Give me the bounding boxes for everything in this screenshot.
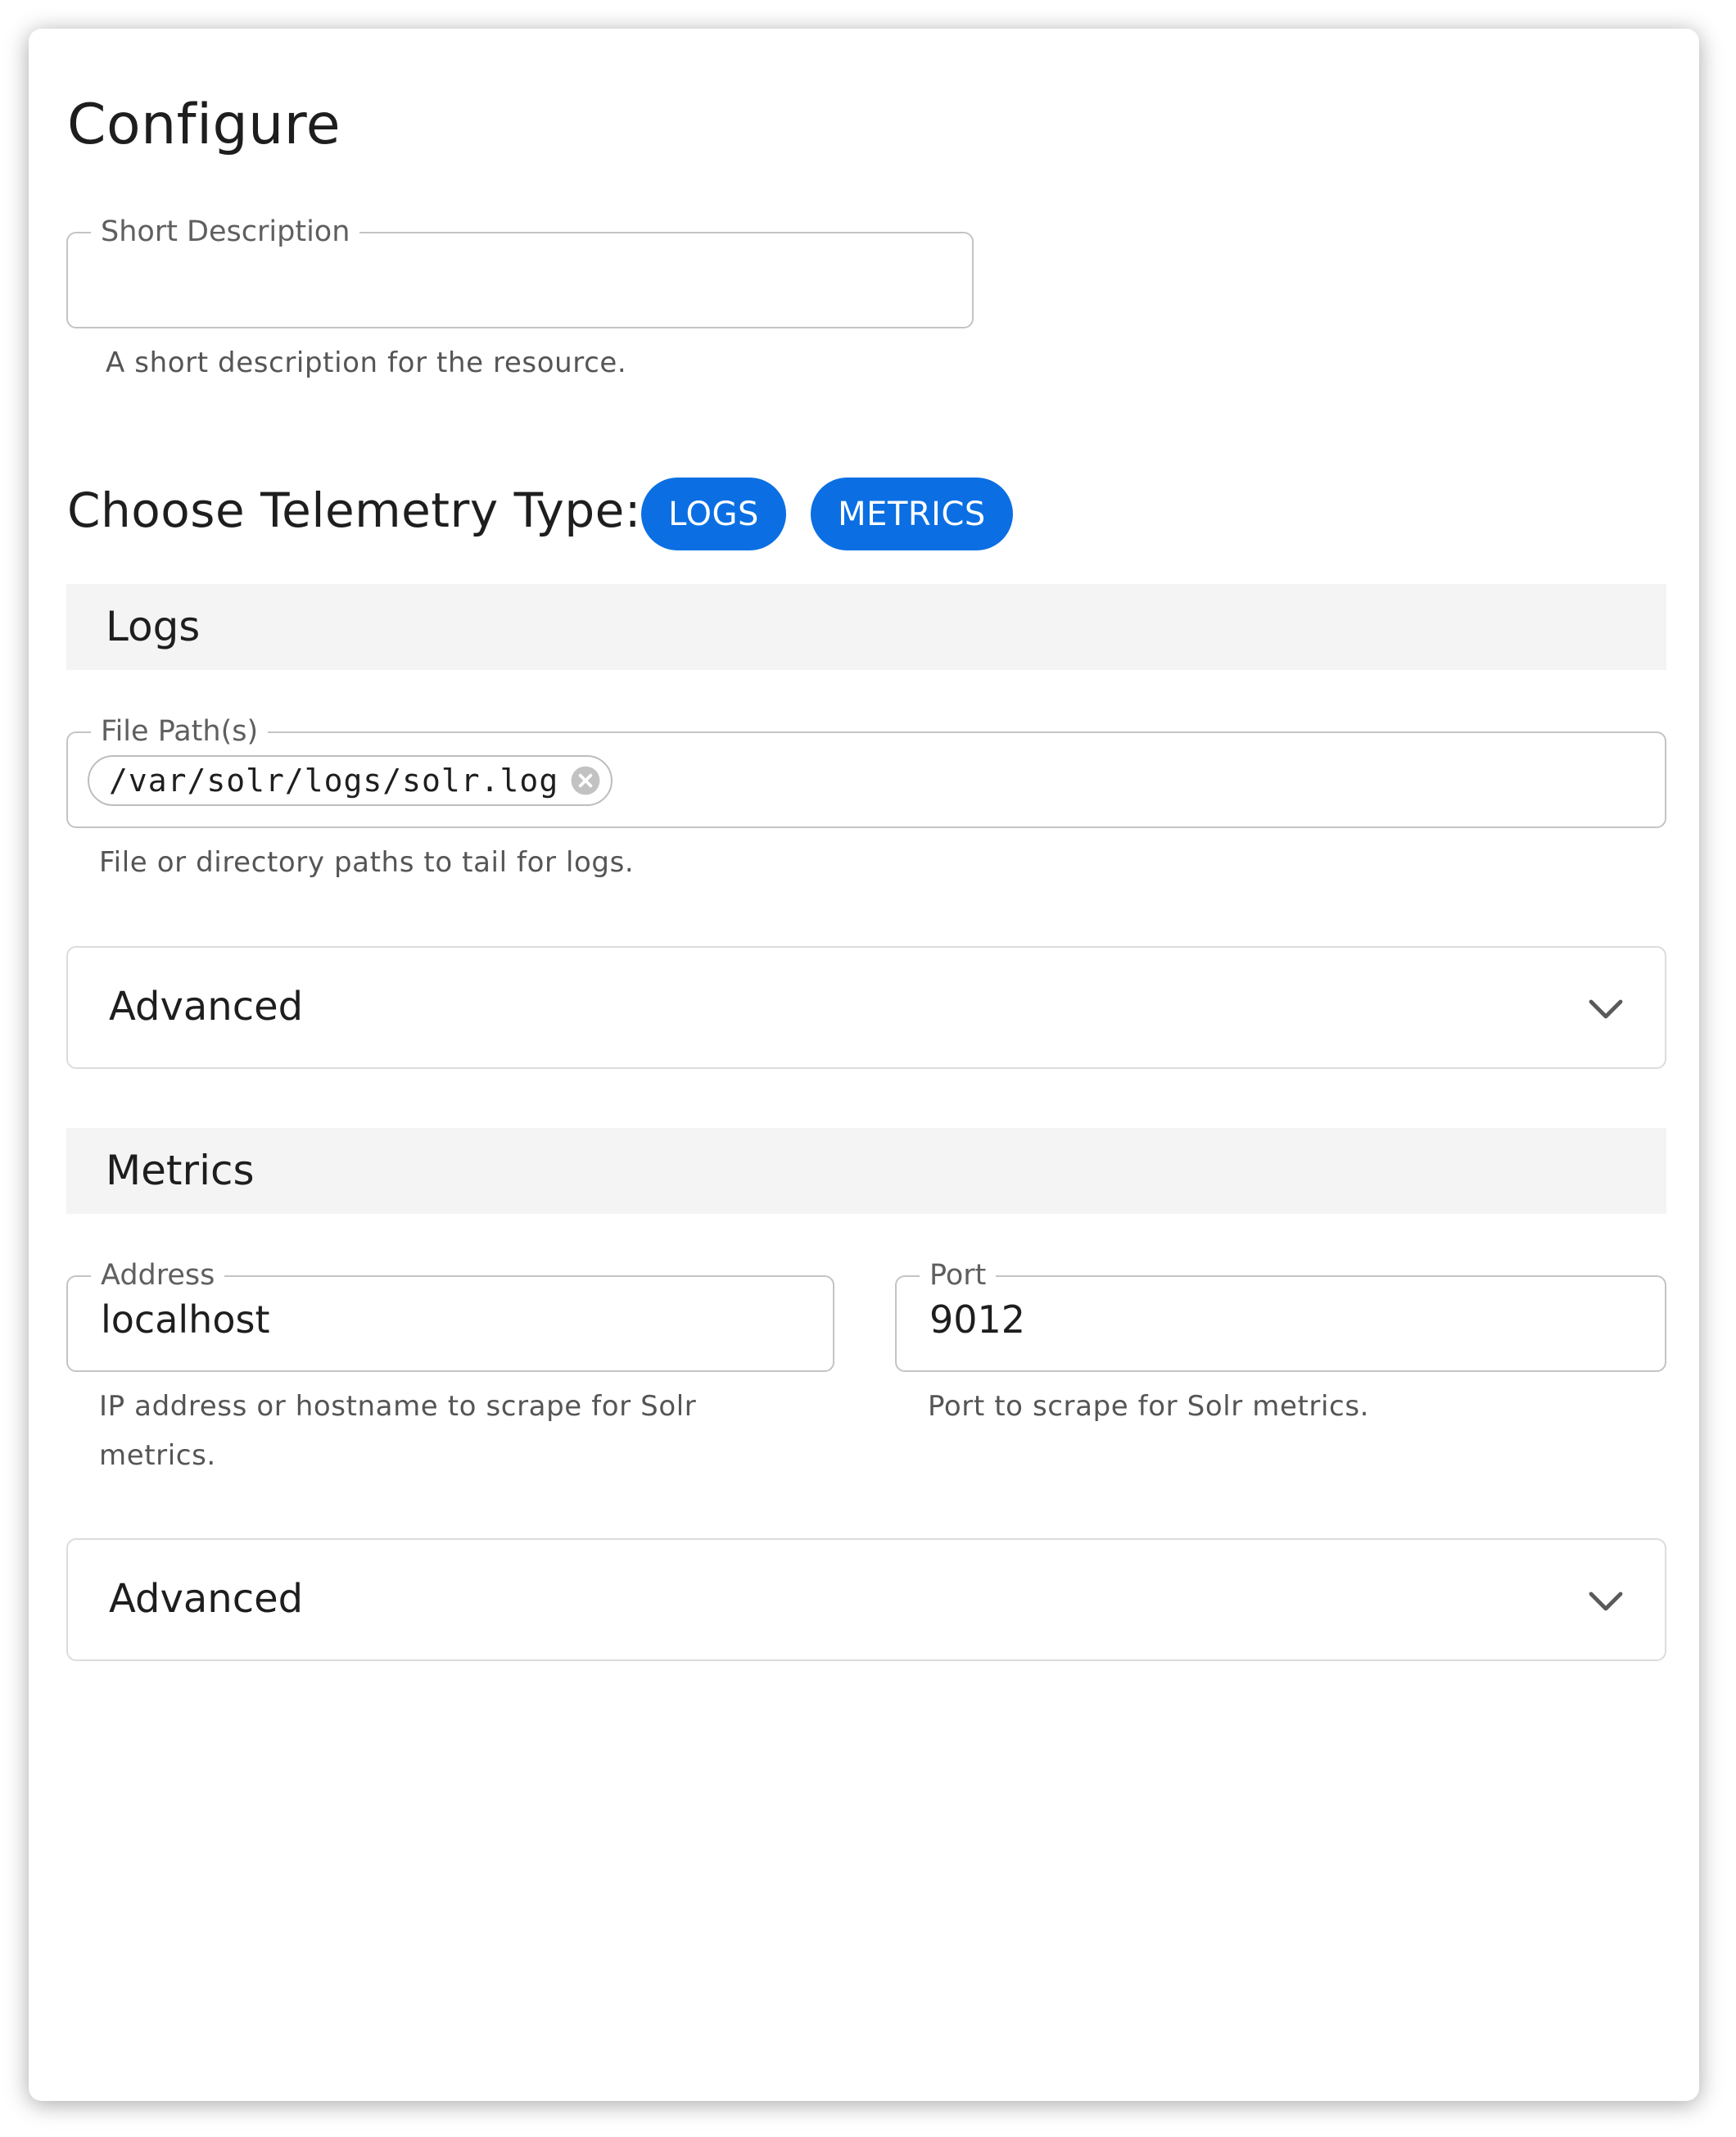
port-label: Port xyxy=(920,1259,997,1292)
address-label: Address xyxy=(91,1259,225,1292)
telemetry-type-label: Choose Telemetry Type: xyxy=(67,482,641,538)
metrics-advanced-label: Advanced xyxy=(109,1576,304,1622)
port-input[interactable]: 9012 xyxy=(929,1295,1025,1344)
logs-advanced-label: Advanced xyxy=(109,984,304,1030)
chevron-down-icon xyxy=(1589,999,1623,1019)
metrics-section-header: Metrics xyxy=(66,1128,1666,1214)
logs-section-header: Logs xyxy=(66,584,1666,670)
metrics-advanced-accordion[interactable]: Advanced xyxy=(66,1538,1666,1661)
address-helper: IP address or hostname to scrape for Sol… xyxy=(99,1382,696,1480)
configure-card: Configure Short Description A short desc… xyxy=(29,29,1699,2101)
metrics-type-button[interactable]: METRICS xyxy=(811,478,1013,550)
address-input[interactable]: localhost xyxy=(101,1295,269,1344)
file-path-chip-label: /var/solr/logs/solr.log xyxy=(109,763,559,799)
short-description-helper: A short description for the resource. xyxy=(106,346,627,379)
page-title: Configure xyxy=(67,93,341,157)
file-path-chip: /var/solr/logs/solr.log xyxy=(88,755,613,806)
address-field[interactable]: Address localhost xyxy=(66,1259,834,1372)
logs-advanced-accordion[interactable]: Advanced xyxy=(66,946,1666,1069)
file-paths-field[interactable]: File Path(s) /var/solr/logs/solr.log xyxy=(66,715,1666,828)
short-description-field[interactable]: Short Description xyxy=(66,215,974,328)
chip-delete-icon[interactable] xyxy=(570,765,601,796)
file-paths-label: File Path(s) xyxy=(91,715,269,748)
chevron-down-icon xyxy=(1589,1591,1623,1611)
port-helper: Port to scrape for Solr metrics. xyxy=(928,1390,1370,1423)
port-field[interactable]: Port 9012 xyxy=(895,1259,1666,1372)
logs-type-button[interactable]: LOGS xyxy=(641,478,786,550)
short-description-label: Short Description xyxy=(91,215,360,248)
address-helper-line-2: metrics. xyxy=(99,1439,216,1472)
address-helper-line-1: IP address or hostname to scrape for Sol… xyxy=(99,1390,697,1423)
file-paths-helper: File or directory paths to tail for logs… xyxy=(99,846,635,879)
